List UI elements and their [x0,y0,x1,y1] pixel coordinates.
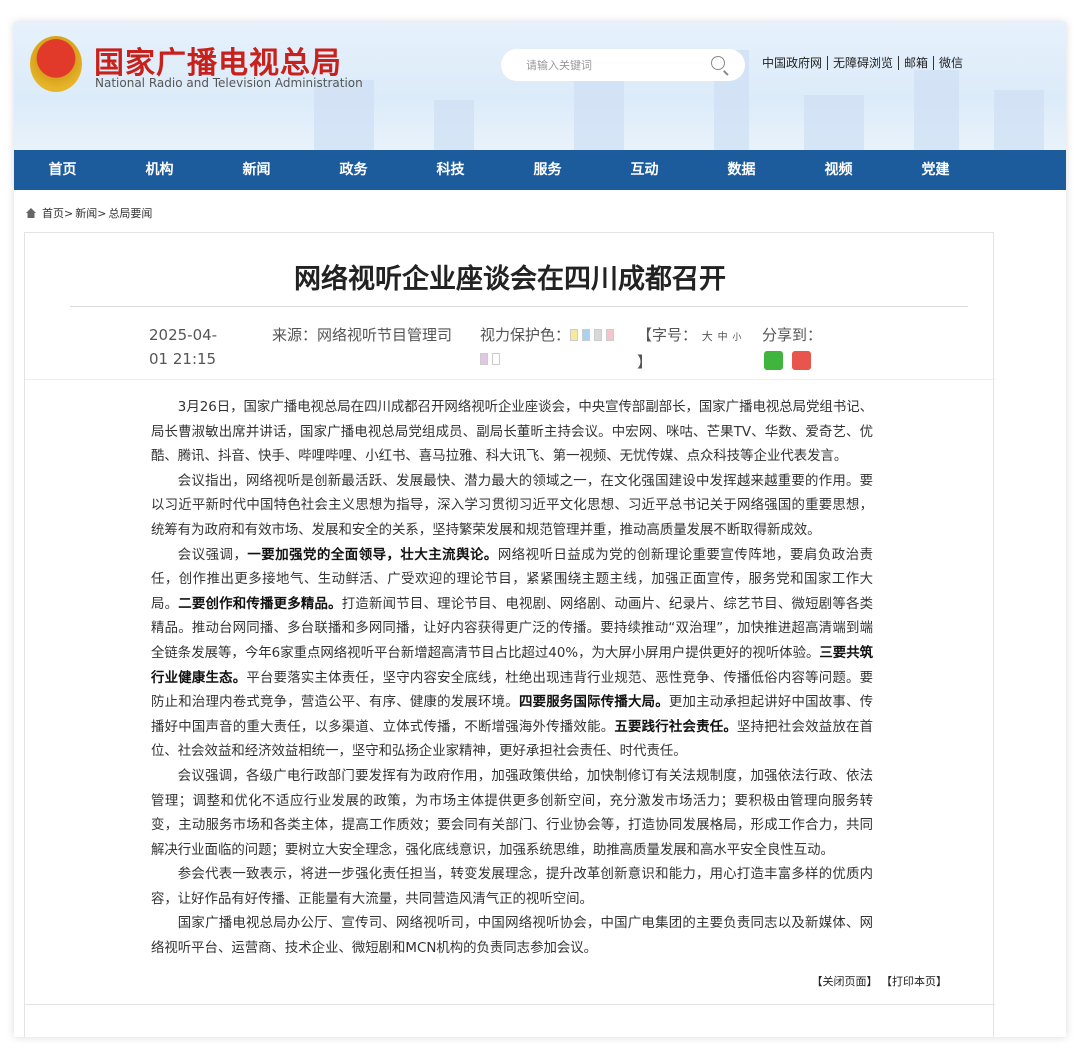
national-emblem-icon [30,36,82,92]
nav-government-affairs[interactable]: 政务 [305,150,402,190]
breadcrumb-home[interactable]: 首页> [42,205,73,221]
nav-interaction[interactable]: 互动 [596,150,693,190]
share: 分享到： [762,323,822,377]
color-purple-swatch[interactable] [480,353,488,365]
link-gov[interactable]: 中国政府网 [762,56,827,70]
bold-point-1: 一要加强党的全面领导，壮大主流舆论。 [247,547,498,563]
article: 网络视听企业座谈会在四川成都召开 2025-04- 01 21:15 来源：网络… [24,232,995,1037]
font-medium-button[interactable]: 中 [718,332,728,343]
breadcrumb: 首页> 新闻> 总局要闻 [26,205,152,221]
paragraph-3: 会议强调，一要加强党的全面领导，壮大主流舆论。网络视听日益成为党的创新理论重要宣… [151,544,873,765]
nav-party[interactable]: 党建 [887,150,984,190]
eye-protection: 视力保护色： [480,323,640,371]
search-placeholder: 请输入关键词 [526,59,592,72]
wechat-share-icon[interactable] [764,351,783,370]
print-page-link[interactable]: 【打印本页】 [881,975,947,988]
date-line-1: 2025-04- [149,326,218,344]
bold-point-2: 二要创作和传播更多精品。 [178,596,342,612]
search-input[interactable]: 请输入关键词 [501,49,745,81]
breadcrumb-current[interactable]: 总局要闻 [108,205,152,221]
paragraph-6: 国家广播电视总局办公厅、宣传司、网络视听司，中国网络视听协会，中国广电集团的主要… [151,916,873,957]
home-icon [26,208,36,218]
paragraph-2: 会议指出，网络视听是创新最活跃、发展最快、潜力最大的领域之一，在文化强国建设中发… [151,473,873,538]
color-pink-swatch[interactable] [606,329,615,341]
paragraph-1: 3月26日，国家广播电视总局在四川成都召开网络视听企业座谈会，中央宣传部副部长，… [151,400,873,465]
breadcrumb-news[interactable]: 新闻> [75,205,106,221]
article-footer: 【关闭页面】 【打印本页】 [812,973,948,989]
footer-divider [25,1004,995,1005]
link-accessibility[interactable]: 无障碍浏览 [827,56,898,70]
meta-divider [25,379,995,380]
nav-home[interactable]: 首页 [14,150,111,190]
article-source: 来源：网络视听节目管理司 [272,326,453,344]
weibo-share-icon[interactable] [791,351,811,370]
bold-point-4: 四要服务国际传播大局。 [518,695,669,711]
link-mail[interactable]: 邮箱 [898,56,933,70]
font-small-button[interactable]: 小 [732,333,741,343]
article-title: 网络视听企业座谈会在四川成都召开 [294,264,726,295]
page-frame: 国家广播电视总局 National Radio and Television A… [14,22,1066,1037]
nav-technology[interactable]: 科技 [402,150,499,190]
main-nav: 首页 机构 新闻 政务 科技 服务 互动 数据 视频 党建 [14,150,1066,190]
paragraph-5: 参会代表一致表示，将进一步强化责任担当，转变发展理念，提升改革创新意识和能力，用… [151,867,873,907]
font-large-button[interactable]: 大 [702,330,713,343]
text: 会议强调， [177,547,248,563]
share-label: 分享到： [762,326,823,344]
paragraph-4: 会议强调，各级广电行政部门要发挥有为政府作用，加强政策供给，加快制修订有关法规制… [151,768,873,858]
eye-protection-label: 视力保护色： [480,326,571,344]
article-body: 3月26日，国家广播电视总局在四川成都召开网络视听企业座谈会，中央宣传部副部长，… [151,396,873,962]
link-wechat[interactable]: 微信 [933,56,968,70]
nav-data[interactable]: 数据 [693,150,790,190]
color-gray-swatch[interactable] [594,329,603,341]
color-blue-swatch[interactable] [582,329,591,341]
site-header: 国家广播电视总局 National Radio and Television A… [14,22,1066,150]
title-divider [70,306,968,307]
nav-organization[interactable]: 机构 [111,150,208,190]
font-size-label: 【字号： [637,326,698,344]
font-size-close-bracket: 】 [637,353,653,371]
search-icon[interactable] [711,56,725,70]
site-logo-subtitle: National Radio and Television Administra… [95,76,363,90]
nav-video[interactable]: 视频 [790,150,887,190]
color-white-swatch[interactable] [492,353,500,365]
date-line-2: 01 21:15 [149,350,217,368]
color-yellow-swatch[interactable] [570,329,579,341]
publish-date: 2025-04- 01 21:15 [149,323,217,371]
nav-services[interactable]: 服务 [499,150,596,190]
close-page-link[interactable]: 【关闭页面】 [812,975,878,988]
bold-point-5: 五要践行社会责任。 [614,719,737,735]
top-links: 中国政府网 无障碍浏览 邮箱 微信 [762,56,968,70]
nav-news[interactable]: 新闻 [208,150,305,190]
font-size-control: 【字号： 大 中 小 】 [637,323,741,374]
